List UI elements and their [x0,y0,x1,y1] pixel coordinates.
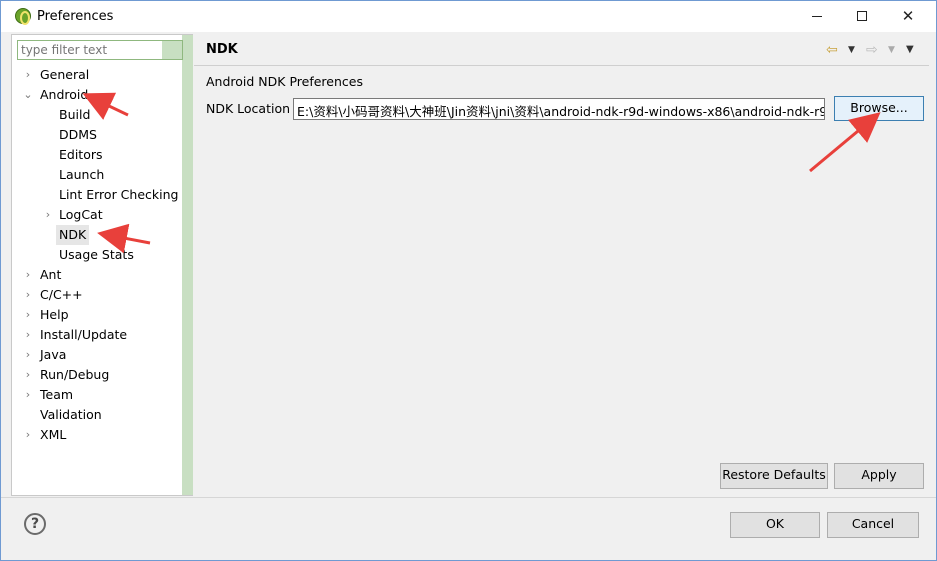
footer-divider [1,497,936,498]
preference-tree: › General ⌄ Android Build DDMS Editors Lau… [12,65,182,445]
expand-icon[interactable]: › [22,285,34,305]
tree-item-label: Help [40,307,69,322]
preferences-window: Preferences ✕ › General ⌄ Android Build DD… [0,0,937,561]
tree-item-validation[interactable]: Validation [12,405,182,425]
tree-item-label: NDK [56,225,90,245]
tree-item-lint-error-checking[interactable]: Lint Error Checking [12,185,182,205]
close-button[interactable]: ✕ [885,1,931,32]
tree-item-label: Lint Error Checking [59,187,179,202]
tree-item-general[interactable]: › General [12,65,182,85]
apply-button[interactable]: Apply [834,463,924,489]
preference-tree-panel: › General ⌄ Android Build DDMS Editors Lau… [11,34,193,496]
expand-icon[interactable]: › [22,305,34,325]
section-title: Android NDK Preferences [206,74,363,89]
tree-item-launch[interactable]: Launch [12,165,182,185]
tree-item-help[interactable]: › Help [12,305,182,325]
browse-button[interactable]: Browse... [834,96,924,121]
clear-filter-icon[interactable] [162,41,182,59]
header-divider [194,65,929,66]
expand-icon[interactable]: › [22,365,34,385]
expand-icon[interactable]: › [22,265,34,285]
tree-item-label: XML [40,427,67,442]
eclipse-app-icon [15,8,31,25]
tree-item-run-debug[interactable]: › Run/Debug [12,365,182,385]
tree-item-c-cpp[interactable]: › C/C++ [12,285,182,305]
tree-item-android[interactable]: ⌄ Android [12,85,182,105]
tree-item-label: Ant [40,267,62,282]
ndk-location-label: NDK Location [206,101,291,116]
title-bar: Preferences ✕ [1,1,936,32]
tree-item-label: Android [40,87,89,102]
expand-icon[interactable]: › [22,345,34,365]
tree-item-label: Java [40,347,67,362]
help-icon[interactable]: ? [24,513,46,535]
tree-item-java[interactable]: › Java [12,345,182,365]
back-dropdown-icon[interactable]: ▼ [848,45,855,55]
filter-box [17,40,183,60]
page-title: NDK [206,42,238,57]
back-icon[interactable]: ⇦ [826,42,838,58]
view-menu-icon[interactable]: ▼ [906,44,914,55]
tree-item-xml[interactable]: › XML [12,425,182,445]
tree-item-label: Build [59,107,91,122]
restore-defaults-button[interactable]: Restore Defaults [720,463,828,489]
tree-item-ant[interactable]: › Ant [12,265,182,285]
filter-input[interactable] [18,41,162,59]
close-icon: ✕ [901,7,915,25]
expand-icon[interactable]: › [22,65,34,85]
collapse-icon[interactable]: ⌄ [22,85,34,105]
panel-stripe [182,35,193,495]
tree-item-ddms[interactable]: DDMS [12,125,182,145]
tree-item-ndk[interactable]: NDK [12,225,182,245]
minimize-icon [812,15,822,17]
tree-item-label: DDMS [59,127,97,142]
ndk-location-field[interactable]: E:\资料\小码哥资料\大神班\Jin资料\jni\资料\android-ndk… [293,98,825,120]
tree-item-install-update[interactable]: › Install/Update [12,325,182,345]
tree-item-usage-stats[interactable]: Usage Stats [12,245,182,265]
window-title: Preferences [37,9,114,24]
maximize-button[interactable] [839,1,885,32]
tree-item-label: Launch [59,167,105,182]
expand-icon[interactable]: › [22,425,34,445]
tree-item-label: Run/Debug [40,367,110,382]
minimize-button[interactable] [794,1,840,32]
expand-icon[interactable]: › [42,205,54,225]
tree-item-label: Team [40,387,74,402]
tree-item-label: General [40,67,90,82]
cancel-button[interactable]: Cancel [827,512,919,538]
page-header: NDK ⇦ ▼ ⇨ ▼ ▼ [194,34,929,65]
tree-item-label: Usage Stats [59,247,134,262]
tree-item-label: LogCat [59,207,103,222]
tree-item-label: Validation [40,407,102,422]
forward-dropdown-icon[interactable]: ▼ [888,45,895,55]
ok-button[interactable]: OK [730,512,820,538]
tree-item-label: Editors [59,147,103,162]
tree-item-build[interactable]: Build [12,105,182,125]
tree-item-label: Install/Update [40,327,128,342]
expand-icon[interactable]: › [22,385,34,405]
maximize-icon [857,11,867,21]
tree-item-logcat[interactable]: › LogCat [12,205,182,225]
tree-item-team[interactable]: › Team [12,385,182,405]
tree-item-label: C/C++ [40,287,83,302]
tree-item-editors[interactable]: Editors [12,145,182,165]
expand-icon[interactable]: › [22,325,34,345]
forward-icon[interactable]: ⇨ [866,42,878,58]
